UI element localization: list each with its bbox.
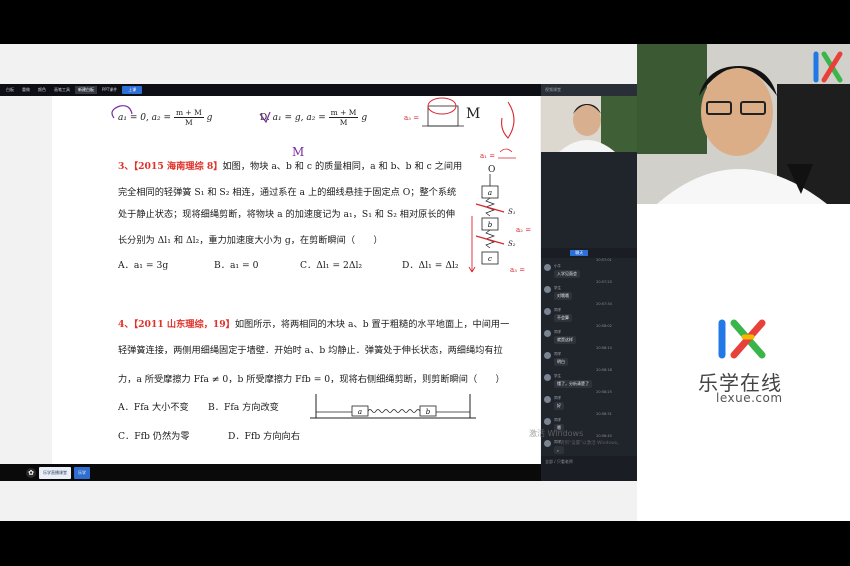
q3-line3: 处于静止状态；现将细绳剪断，将物块 a 的加速度记为 a₁，S₁ 和 S₂ 相对…: [118, 209, 455, 220]
pen-a2-side: a₂ =: [516, 226, 531, 234]
q4-option-c: C．Ffb 仍然为零: [118, 431, 190, 442]
spring: [367, 409, 421, 413]
document-page: a₁ = 0, a₂ = m + M M g D. a₁ = g, a₂ = m…: [52, 96, 540, 464]
activate-windows-watermark: 激活 Windows: [529, 429, 584, 438]
fig-block-c: [481, 251, 499, 265]
pen-fraction: [498, 148, 516, 159]
fig-spring-s2: [485, 229, 495, 249]
option-c-formula: a₁ = 0, a₂ = m + M M g: [118, 108, 213, 127]
q3-option-c: C．Δl₁ = 2Δl₂: [300, 260, 363, 271]
fig-block-c-label: c: [488, 255, 492, 263]
fig-s2-label: S₂: [508, 240, 516, 248]
activate-windows-subtext: 转到"设置"以激活 Windows。: [560, 441, 622, 446]
chat-entry: 20:57:20 学生 对哦哦: [541, 280, 637, 302]
avatar: [544, 374, 551, 381]
taskbar-tab-lexue[interactable]: 乐学: [74, 467, 90, 479]
brand-mark-small-icon: [813, 51, 843, 83]
option-c-fraction: m + M M: [173, 108, 204, 127]
live-side-panel: 视频课堂 聊天 20:57:01 小牛 入学见面会 20:57:20 学生 对哦哦 20…: [541, 84, 637, 481]
fig-block-a: [481, 185, 499, 199]
brand-name-en: lexue.com: [716, 391, 783, 405]
q3-option-d: D．Δl₁ = Δl₂: [402, 260, 459, 271]
pen-cross-s2: [475, 235, 505, 245]
plant-bg: [601, 96, 637, 152]
pen-cross-s1: [475, 203, 505, 213]
brand-panel: [637, 204, 850, 521]
chat-entry: 20:58:25 同学好: [541, 390, 637, 412]
teacher-small-video: [541, 96, 637, 152]
q3-line2: 完全相同的轻弹簧 S₁ 和 S₂ 相连，通过系在 a 上的细线悬挂于固定点 O；…: [118, 187, 457, 198]
toolbar-item-redo[interactable]: 重做: [19, 86, 33, 94]
app-logo-icon[interactable]: ✿: [26, 468, 36, 478]
q4-diagram: a b: [310, 394, 476, 419]
chat-entry: 20:57:34 同学 不会算: [541, 302, 637, 324]
avatar: [544, 286, 551, 293]
avatar: [544, 418, 551, 425]
avatar: [544, 352, 551, 359]
pen-a1-note: a₁ =: [480, 152, 495, 160]
fig-o-label: O: [488, 165, 495, 175]
q4-option-a: A．Ffa 大小不变: [118, 402, 189, 413]
plant-left: [637, 44, 707, 154]
fig-spring-s1: [485, 197, 495, 217]
q4-option-d: D．Ffb 方向向右: [228, 431, 300, 442]
avatar: [544, 396, 551, 403]
side-tab-chat[interactable]: 聊天: [570, 250, 589, 256]
option-d-fraction: m + M M: [328, 108, 359, 127]
teacher-face: [701, 68, 773, 156]
screen: 白板 重做 颜色 画笔工具 新建白板 PPT课件 上课 a₁ = 0, a₂ =…: [0, 0, 850, 566]
chat-list[interactable]: 20:57:01 小牛 入学见面会 20:57:20 学生 对哦哦 20:57:34 同学…: [541, 258, 637, 456]
toolbar-item-new-whiteboard[interactable]: 新建白板: [75, 86, 97, 94]
q3-option-b: B．a₁ = 0: [214, 260, 259, 271]
side-panel-tabs: 聊天: [541, 248, 637, 258]
fig-block-a-label: a: [488, 189, 492, 197]
chat-entry: 20:58:18 学生 懂了，分析清楚了: [541, 368, 637, 390]
chat-entry: 20:57:01 小牛 入学见面会: [541, 258, 637, 280]
fig-s1-label: S₁: [508, 208, 516, 216]
previous-question-options: a₁ = 0, a₂ = m + M M g D. a₁ = g, a₂ = m…: [112, 100, 532, 127]
q3-line4: 长分别为 Δl₁ 和 Δl₂，重力加速度大小为 g，在剪断瞬间（ ）: [118, 235, 383, 246]
taskbar: ✿ 乐学直播课堂 乐学: [26, 466, 136, 480]
q4-line1: 4、【2011 山东理综，19】如图所示，将两相同的木块 a、b 置于粗糙的水平…: [118, 319, 510, 330]
start-class-button[interactable]: 上课: [122, 86, 143, 94]
lexue-logo-icon: [718, 319, 766, 359]
fig-block-b: [481, 217, 499, 231]
avatar: [544, 308, 551, 315]
block-b-label: b: [426, 408, 431, 416]
classroom-toolbar: 白板 重做 颜色 画笔工具 新建白板 PPT课件 上课: [0, 84, 541, 96]
chat-input-area[interactable]: 全部 / 只看老师: [541, 456, 637, 481]
q4-line2: 轻弹簧连接，两侧用细绳固定于墙壁．开始时 a、b 均静止．弹簧处于伸长状态，两细…: [118, 345, 503, 356]
q4-line3: 力，a 所受摩擦力 Ffa ≠ 0，b 所受摩擦力 Ffb = 0，现将右侧细绳…: [118, 374, 505, 385]
side-panel-title: 视频课堂: [541, 84, 637, 96]
bottom-strip: [0, 485, 637, 521]
q4-option-b: B．Ffa 方向改变: [208, 402, 279, 413]
toolbar-item-ppt[interactable]: PPT课件: [99, 86, 120, 94]
toolbar-item-color[interactable]: 颜色: [35, 86, 49, 94]
toolbar-item-pen[interactable]: 画笔工具: [51, 86, 73, 94]
avatar: [544, 264, 551, 271]
pen-a3-side: a₃ =: [510, 266, 525, 274]
option-d-formula: D. a₁ = g, a₂ = m + M M g: [260, 108, 368, 127]
teacher-main-camera: [637, 44, 850, 204]
chat-filter-label[interactable]: 全部 / 只看老师: [541, 456, 637, 468]
q3-option-a: A．a₁ = 3g: [118, 260, 169, 271]
block-a-label: a: [358, 408, 362, 416]
avatar: [544, 440, 551, 447]
chat-entry: 20:58:10 同学 明白: [541, 346, 637, 368]
pen-m-mid: M: [292, 145, 304, 159]
avatar: [544, 330, 551, 337]
pen-arrow-down: [468, 216, 476, 273]
q3-line1: 3、【2015 海南理综 8】如图，物块 a、b 和 c 的质量相同，a 和 b…: [118, 161, 463, 172]
teacher-small-camera: [541, 96, 637, 152]
chat-entry: 20:58:02 同学 就是这样: [541, 324, 637, 346]
taskbar-tab-classroom[interactable]: 乐学直播课堂: [39, 467, 71, 479]
toolbar-item-whiteboard[interactable]: 白板: [3, 86, 17, 94]
fig-block-b-label: b: [488, 221, 493, 229]
